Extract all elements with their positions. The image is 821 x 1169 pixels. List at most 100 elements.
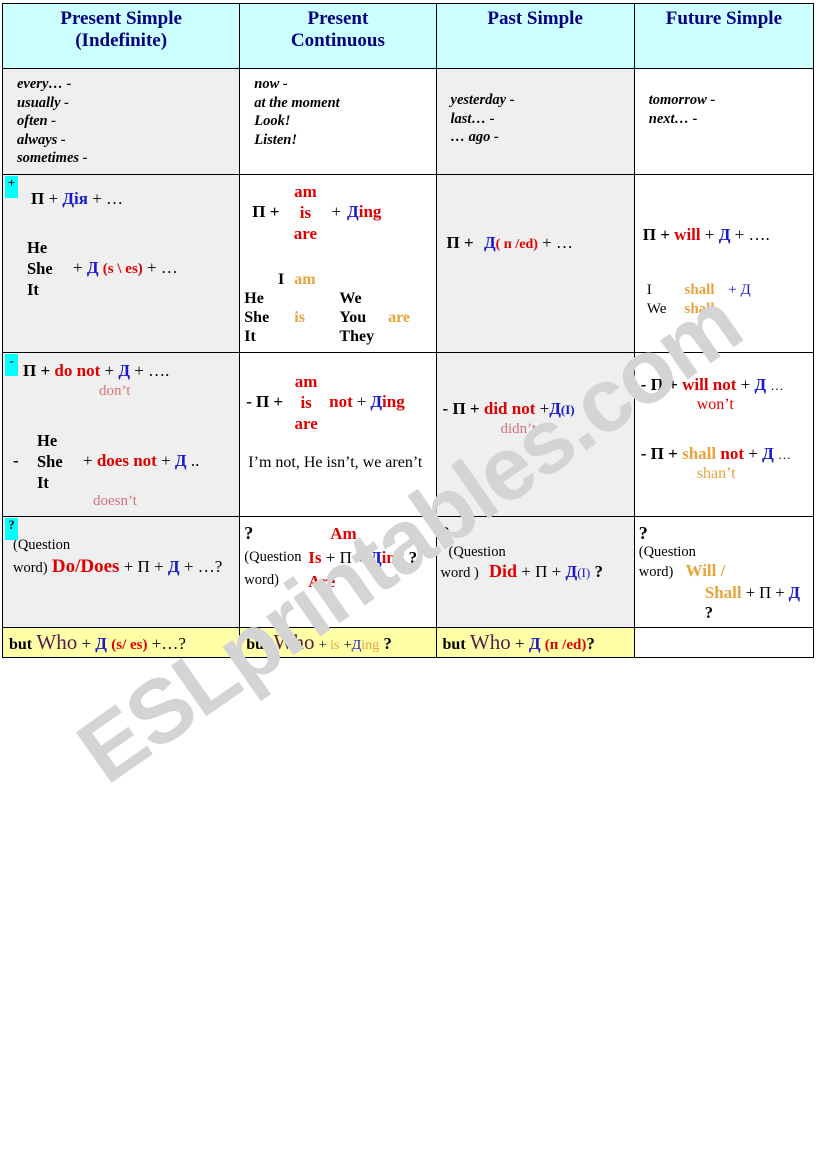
affirmative-third-person-formula: + Д (s \ es) + …	[73, 258, 178, 278]
question-formula-line-1: word) Will /	[639, 561, 809, 581]
affirmative-third-person-block: He She It + Д (s \ es) + …	[9, 237, 233, 300]
adverb-item: often -	[17, 113, 57, 129]
adverb-item: always -	[17, 131, 66, 148]
verb-symbol: Д	[369, 547, 382, 567]
aux-will: Will /	[685, 560, 726, 580]
aux-cell: is	[294, 308, 305, 326]
aux-shall: shall	[682, 443, 717, 463]
pronoun-column: He She It	[37, 430, 83, 493]
formula-tail: +…?	[151, 633, 186, 653]
pronoun-item: He	[27, 237, 48, 257]
formula-tail: + …	[147, 258, 178, 277]
adverb-list-present-continuous: now - at the moment Look! Listen!	[240, 69, 435, 155]
adverb-item: next… -	[648, 110, 698, 127]
formula-mid: + П +	[521, 561, 566, 581]
question-past-simple: ? (Question word ) Did + П + Д(I) ?	[435, 515, 635, 628]
aux-does-not: does not	[96, 451, 157, 470]
plus-sign-2: +	[343, 637, 352, 653]
ing-ending: ing	[358, 202, 382, 221]
header-past-simple-line1: Past Simple	[487, 8, 583, 29]
header-present-continuous-line2: Continuous	[290, 30, 385, 51]
formula-tail: ?	[704, 602, 713, 622]
contraction-shant: shan’t	[696, 464, 736, 482]
question-marker-badge: ?	[5, 517, 18, 540]
table-header-row: Present Simple (Indefinite) Present Cont…	[1, 3, 815, 69]
verb-symbol: Д	[347, 202, 359, 221]
plus-sign: +	[748, 443, 758, 463]
aux-am: am	[294, 181, 317, 201]
pronoun-cell-2: We	[339, 289, 362, 307]
time-markers-past-simple: yesterday - last… - … ago -	[435, 68, 635, 175]
but-label: but	[246, 635, 270, 653]
aux-stack: am is are	[287, 371, 325, 434]
negative-shall-line: - П + shall not + Д …	[641, 444, 809, 464]
plus-sign: +	[539, 398, 550, 418]
pronoun-cell: We	[646, 300, 667, 317]
affirmative-past-simple-content: П + Д( п /ed) + …	[437, 175, 634, 259]
formula-tail: + Д	[728, 281, 751, 298]
be-conjugation-grid: I am He We She is You are It They	[244, 270, 431, 346]
negative-row: - П + do not + Д + …. don’t - He She It	[1, 351, 815, 517]
pronoun-item: She	[37, 451, 63, 471]
question-word-line1: (Question	[638, 543, 696, 560]
negative-present-simple: - П + do not + Д + …. don’t - He She It	[1, 351, 241, 517]
question-formula-line-2: Shall + П + Д ?	[639, 583, 809, 623]
verb-symbol: Д	[174, 451, 187, 470]
question-present-continuous-content: ? (Question word) Am Is + П + Дing ? Are	[240, 517, 435, 598]
plus-sign: +	[514, 633, 529, 653]
not-word: not	[720, 443, 744, 463]
contraction-dont: don’t	[99, 382, 131, 399]
aux-am: Am	[330, 523, 357, 543]
aux-will-not: will not	[682, 374, 737, 394]
aux-is: Is	[308, 547, 322, 567]
question-formula-line: Is + П + Дing ?	[308, 546, 417, 570]
shall-block: I shall + Д We shall	[643, 281, 807, 319]
question-formula-line: word) Do/Does + П + Д + …?	[13, 556, 235, 578]
question-mark: ?	[638, 522, 648, 543]
contraction-didnt: didn’t	[500, 420, 537, 437]
affirmative-present-simple: + П + Дія + … He She It + Д (s \ es) + …	[1, 173, 241, 353]
aux-cell-2	[388, 270, 431, 289]
verb-ending: (I)	[577, 564, 591, 580]
shall-row: We shall	[647, 300, 807, 319]
aux-shall: Shall	[704, 582, 742, 602]
pronoun-item: She	[27, 258, 53, 278]
affirmative-marker-badge: +	[5, 175, 18, 198]
shall-row: I shall + Д	[647, 281, 807, 300]
aux-do-not: do not	[54, 360, 101, 380]
who-word: Who	[469, 629, 511, 654]
negative-present-simple-content: П + do not + Д + …. don’t - He She It +	[3, 353, 239, 516]
question-word-block: (Question word)	[244, 522, 308, 594]
adverb-item: Look!	[254, 113, 291, 129]
affirmative-future-simple-content: П + will + Д + …. I shall + Д We shall	[635, 175, 813, 325]
ing-ending: ing	[361, 637, 380, 653]
pronoun-column: He She It	[27, 237, 73, 300]
question-future-simple-content: ? (Question word) Will / Shall + П + Д ?	[635, 517, 813, 627]
question-grid: (Question word) Am Is + П + Дing ? Are	[244, 522, 431, 594]
plus-sign: +	[318, 637, 331, 653]
who-word: Who	[273, 629, 315, 654]
subject-symbol: П	[31, 188, 45, 208]
subject-symbol: П +	[642, 224, 670, 244]
but-who-line: but Who + is +Дing ?	[240, 628, 435, 657]
subject-symbol: П +	[452, 398, 480, 418]
verb-symbol: Д	[86, 258, 99, 277]
adverb-item: every… -	[17, 76, 72, 92]
formula-tail: …	[770, 377, 784, 393]
aux-stack: am is are	[285, 181, 325, 244]
aux-cell-2	[388, 327, 431, 346]
adverb-item: last… -	[450, 110, 495, 127]
affirmative-formula-line: П + Дія + …	[9, 189, 233, 209]
verb-symbol: Д	[483, 232, 496, 252]
affirmative-present-continuous-content: П + am is are + Дing I am He We She is Y…	[240, 175, 435, 352]
pronoun-cell-2	[339, 270, 388, 289]
header-present-simple: Present Simple (Indefinite)	[1, 3, 241, 69]
pronoun-cell-2: You	[339, 308, 367, 326]
verb-ending: (I)	[560, 401, 575, 417]
question-formula-line: word ) Did + П + Д(I) ?	[441, 561, 630, 582]
formula-tail: ..	[190, 451, 200, 470]
question-formula-block: Am Is + П + Дing ? Are	[308, 522, 417, 594]
ing-ending: ing	[382, 392, 405, 411]
verb-symbol: Д	[370, 392, 383, 411]
but-who-line: but Who + Д (s/ es) +…?	[3, 628, 239, 657]
